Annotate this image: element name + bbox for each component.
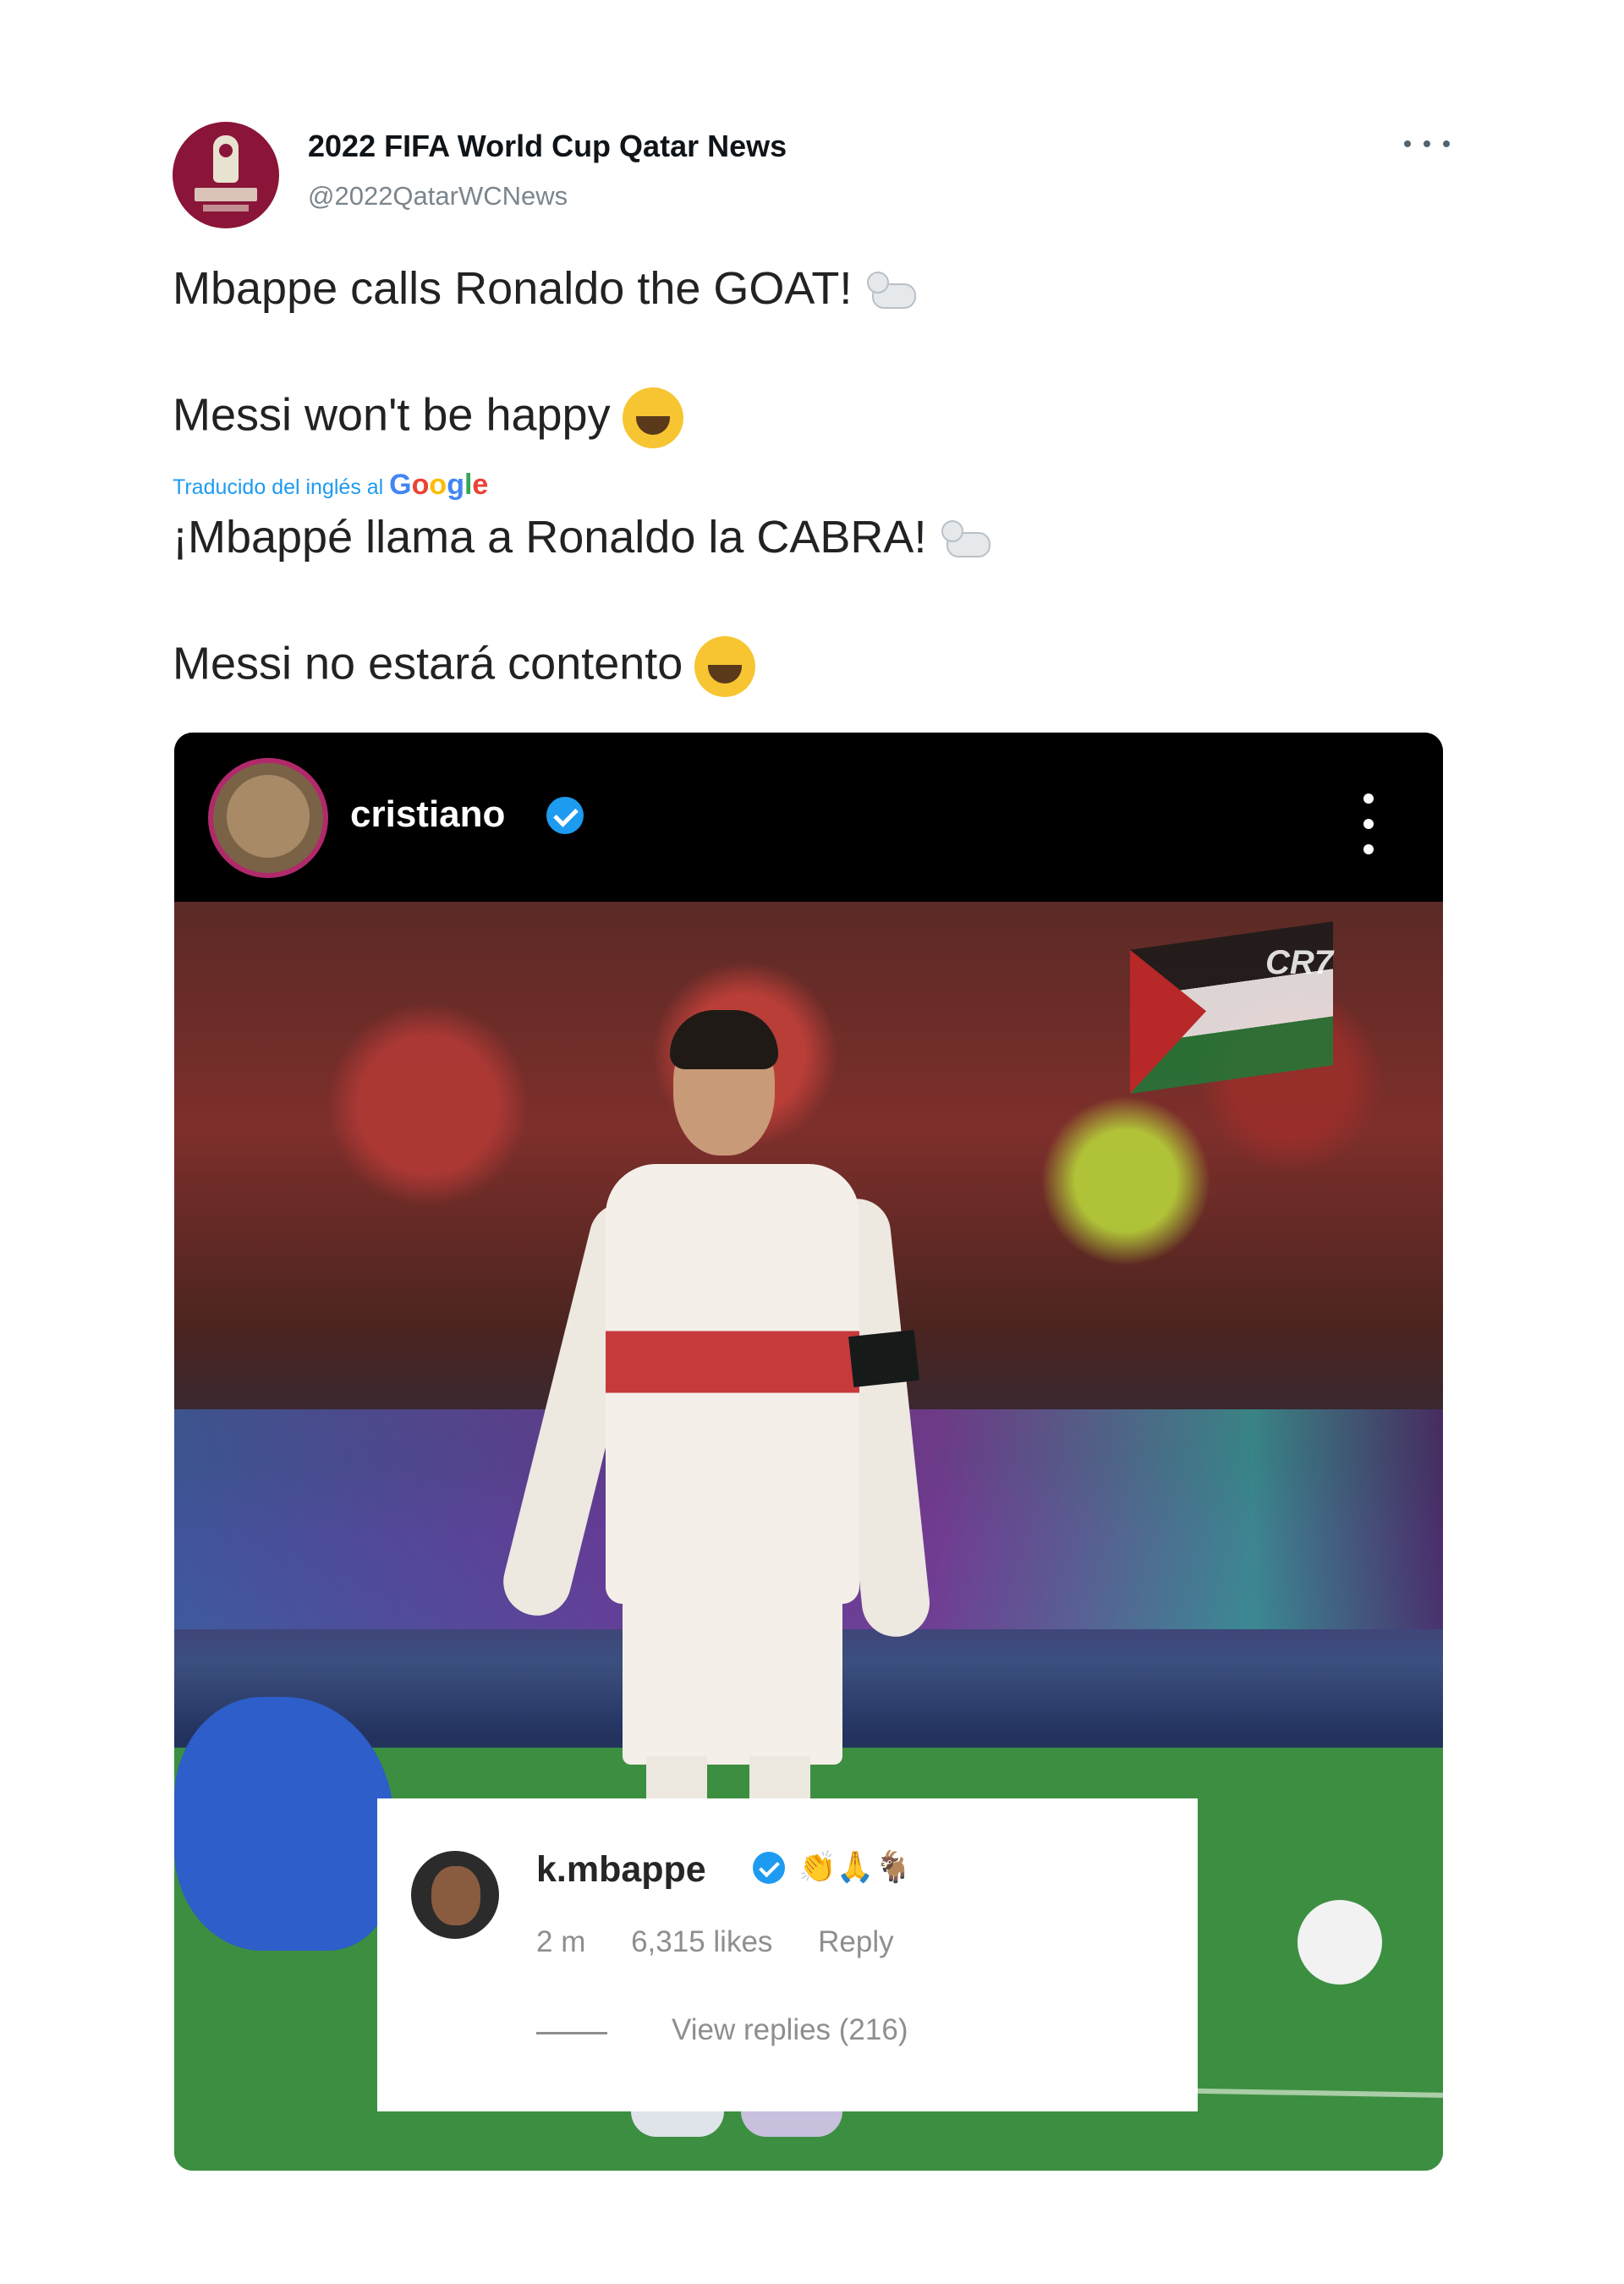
replies-rule [536,2032,607,2034]
tweet-line-1: Mbappe calls Ronaldo the GOAT! [173,262,923,315]
tweet-media[interactable]: cristiano CR7 k.mbappe 👏🙏🐐 2 m 6,315 lik… [174,733,1443,2171]
translation-line-1: ¡Mbappé llama a Ronaldo la CABRA! [173,511,997,563]
tweet: 2022 FIFA World Cup Qatar News @2022Qata… [0,0,1624,2284]
world-cup-logo-icon [213,135,239,183]
tweet-line-2: Messi won't be happy [173,387,683,448]
account-avatar[interactable] [173,122,279,228]
verified-badge-icon [753,1852,785,1884]
match-photo: CR7 k.mbappe 👏🙏🐐 2 m 6,315 likes Reply V… [174,902,1443,2171]
account-handle[interactable]: @2022QatarWCNews [308,181,568,211]
logo-sub-mark [203,205,249,211]
kneeling-player [174,1697,394,1951]
goat-emoji [864,270,923,314]
view-replies-button: View replies (216) [672,2013,908,2046]
ig-more-icon [1355,792,1380,859]
translation-line-2: Messi no estará contento [173,636,756,697]
translation-text-1: ¡Mbappé llama a Ronaldo la CABRA! [173,512,927,563]
comment-avatar [411,1851,499,1939]
captain-armband [848,1330,919,1387]
ig-avatar [208,758,328,878]
logo-word-mark [195,188,257,201]
player-shorts [623,1595,842,1765]
google-logo: Google [389,469,489,501]
comment-time: 2 m [536,1925,586,1958]
comment-username: k.mbappe [536,1849,706,1890]
grinning-emoji [622,387,683,448]
ig-comment-card: k.mbappe 👏🙏🐐 2 m 6,315 likes Reply View … [377,1798,1198,2111]
comment-reply-button: Reply [818,1925,894,1958]
grinning-emoji [694,636,756,697]
more-options-icon[interactable] [1397,127,1457,161]
ig-username: cristiano [350,793,506,835]
tweet-text-1: Mbappe calls Ronaldo the GOAT! [173,263,853,314]
tweet-text-2: Messi won't be happy [173,389,611,441]
player-shirt [606,1164,859,1604]
translation-text-2: Messi no estará contento [173,638,683,689]
cr7-watermark: CR7 [1265,944,1334,981]
ball [1298,1900,1382,1985]
comment-meta: 2 m 6,315 likes Reply [536,1925,931,1959]
player-hair [670,1010,778,1069]
translated-note: Traducido del inglés al [173,475,384,499]
goat-emoji [938,519,997,563]
comment-emojis: 👏🙏🐐 [798,1849,913,1884]
instagram-header: cristiano [174,733,1443,902]
comment-likes: 6,315 likes [631,1925,773,1958]
display-name[interactable]: 2022 FIFA World Cup Qatar News [308,129,787,164]
translated-by-google[interactable]: Traducido del inglés al Google [173,469,488,502]
verified-badge-icon [546,797,584,834]
